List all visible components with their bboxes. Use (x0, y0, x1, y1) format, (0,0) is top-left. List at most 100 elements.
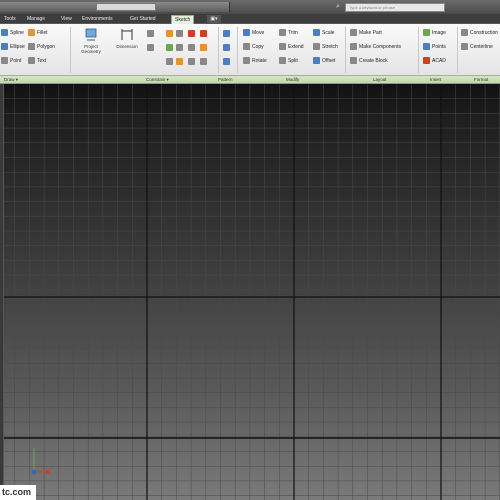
offset-icon (313, 57, 320, 65)
scale-button[interactable]: Scale (313, 29, 335, 38)
panel-divider (418, 27, 419, 73)
split-icon (279, 57, 286, 65)
ellipse-icon (1, 43, 8, 51)
spline-icon (1, 29, 8, 37)
extend-button[interactable]: Extend (279, 43, 304, 52)
material-combo[interactable] (96, 3, 156, 11)
search-icon[interactable]: ⌕ (336, 3, 344, 11)
points-icon (423, 43, 430, 51)
mirror-icon[interactable] (223, 58, 230, 65)
project-geometry-icon (85, 28, 97, 41)
trim-icon (279, 29, 286, 37)
tab-get-started[interactable]: Get Started (130, 15, 156, 24)
spline-button[interactable]: Spline (1, 29, 24, 38)
panel-divider (345, 27, 346, 73)
title-bar: ⌕ Type a keyword or phrase (0, 0, 500, 14)
sketch-canvas[interactable] (0, 84, 500, 500)
watermark: tc.com (0, 485, 36, 500)
make-part-button[interactable]: Make Part (350, 29, 382, 38)
create-block-button[interactable]: Create Block (350, 57, 388, 66)
make-components-icon (350, 43, 357, 51)
quick-access-toolbar[interactable] (0, 2, 230, 12)
text-icon (28, 57, 35, 65)
tab-options-icon[interactable]: ▣▾ (207, 15, 221, 24)
panel-label-layout: Layout (373, 77, 387, 82)
construction-button[interactable]: Construction (461, 29, 498, 38)
constraint-icon[interactable] (176, 58, 183, 65)
point-button[interactable]: Point (1, 57, 21, 66)
offset-button[interactable]: Offset (313, 57, 335, 66)
constraint-icon[interactable] (166, 58, 173, 65)
constraint-icon[interactable] (188, 58, 195, 65)
search-input[interactable]: Type a keyword or phrase (345, 3, 445, 12)
tab-manage[interactable]: Manage (27, 15, 45, 24)
centerline-icon (461, 43, 468, 51)
constraint-icon[interactable] (176, 44, 183, 51)
ribbon-panel-label-bar: Draw ▾ Constrain ▾ Pattern Modify Layout… (0, 76, 500, 84)
panel-label-pattern: Pattern (218, 77, 233, 82)
coordinate-triad-icon (31, 448, 50, 475)
panel-label-insert: Insert (430, 77, 442, 82)
circular-pattern-icon[interactable] (223, 44, 230, 51)
panel-label-modify: Modify (286, 77, 300, 82)
browser-edge (0, 84, 4, 500)
points-button[interactable]: Points (423, 43, 446, 52)
constraint-icon[interactable] (200, 30, 207, 37)
acad-icon (423, 57, 430, 65)
text-button[interactable]: Text (28, 57, 46, 66)
constraint-icon[interactable] (200, 44, 207, 51)
panel-label-draw[interactable]: Draw ▾ (4, 76, 18, 84)
ribbon-tab-row: Tools Manage View Environments Get Start… (0, 14, 500, 24)
image-button[interactable]: Image (423, 29, 446, 38)
copy-icon (243, 43, 250, 51)
tab-environments[interactable]: Environments (82, 15, 113, 24)
constraint-icon[interactable] (200, 58, 207, 65)
dimension-icon (121, 29, 133, 40)
make-components-button[interactable]: Make Components (350, 43, 401, 52)
panel-divider (218, 27, 219, 73)
construction-icon (461, 29, 468, 37)
tab-sketch[interactable]: Sketch (171, 15, 195, 24)
stretch-button[interactable]: Stretch (313, 43, 338, 52)
panel-divider (237, 27, 238, 73)
stretch-icon (313, 43, 320, 51)
constraint-icon[interactable] (147, 30, 154, 37)
tab-view[interactable]: View (61, 15, 72, 24)
acad-button[interactable]: ACAD (423, 57, 446, 66)
sketch-grid (0, 84, 500, 500)
panel-divider (457, 27, 458, 73)
move-icon (243, 29, 250, 37)
constraint-icon[interactable] (166, 30, 173, 37)
constraint-icon[interactable] (188, 44, 195, 51)
rotate-button[interactable]: Rotate (243, 57, 267, 66)
constraint-icon[interactable] (188, 30, 195, 37)
trim-button[interactable]: Trim (279, 29, 298, 38)
constraint-icon[interactable] (166, 44, 173, 51)
move-button[interactable]: Move (243, 29, 264, 38)
polygon-button[interactable]: Polygon (28, 43, 55, 52)
ribbon: Spline Fillet Ellipse Polygon Point Text… (0, 24, 500, 76)
image-icon (423, 29, 430, 37)
panel-label-constrain[interactable]: Constrain ▾ (146, 76, 169, 84)
dimension-button[interactable]: Dimension (110, 28, 144, 49)
point-icon (1, 57, 8, 65)
fillet-icon (28, 29, 35, 37)
polygon-icon (28, 43, 35, 51)
make-part-icon (350, 29, 357, 37)
constraint-icon[interactable] (147, 44, 154, 51)
constraint-icon[interactable] (176, 30, 183, 37)
panel-label-format: Format (474, 77, 489, 82)
project-geometry-button[interactable]: Project Geometry (74, 28, 108, 54)
copy-button[interactable]: Copy (243, 43, 264, 52)
create-block-icon (350, 57, 357, 65)
panel-divider (70, 27, 71, 73)
ellipse-button[interactable]: Ellipse (1, 43, 25, 52)
extend-icon (279, 43, 286, 51)
scale-icon (313, 29, 320, 37)
centerline-button[interactable]: Centerline (461, 43, 493, 52)
rectangular-pattern-icon[interactable] (223, 30, 230, 37)
rotate-icon (243, 57, 250, 65)
tab-tools[interactable]: Tools (4, 15, 16, 24)
split-button[interactable]: Split (279, 57, 298, 66)
fillet-button[interactable]: Fillet (28, 29, 48, 38)
